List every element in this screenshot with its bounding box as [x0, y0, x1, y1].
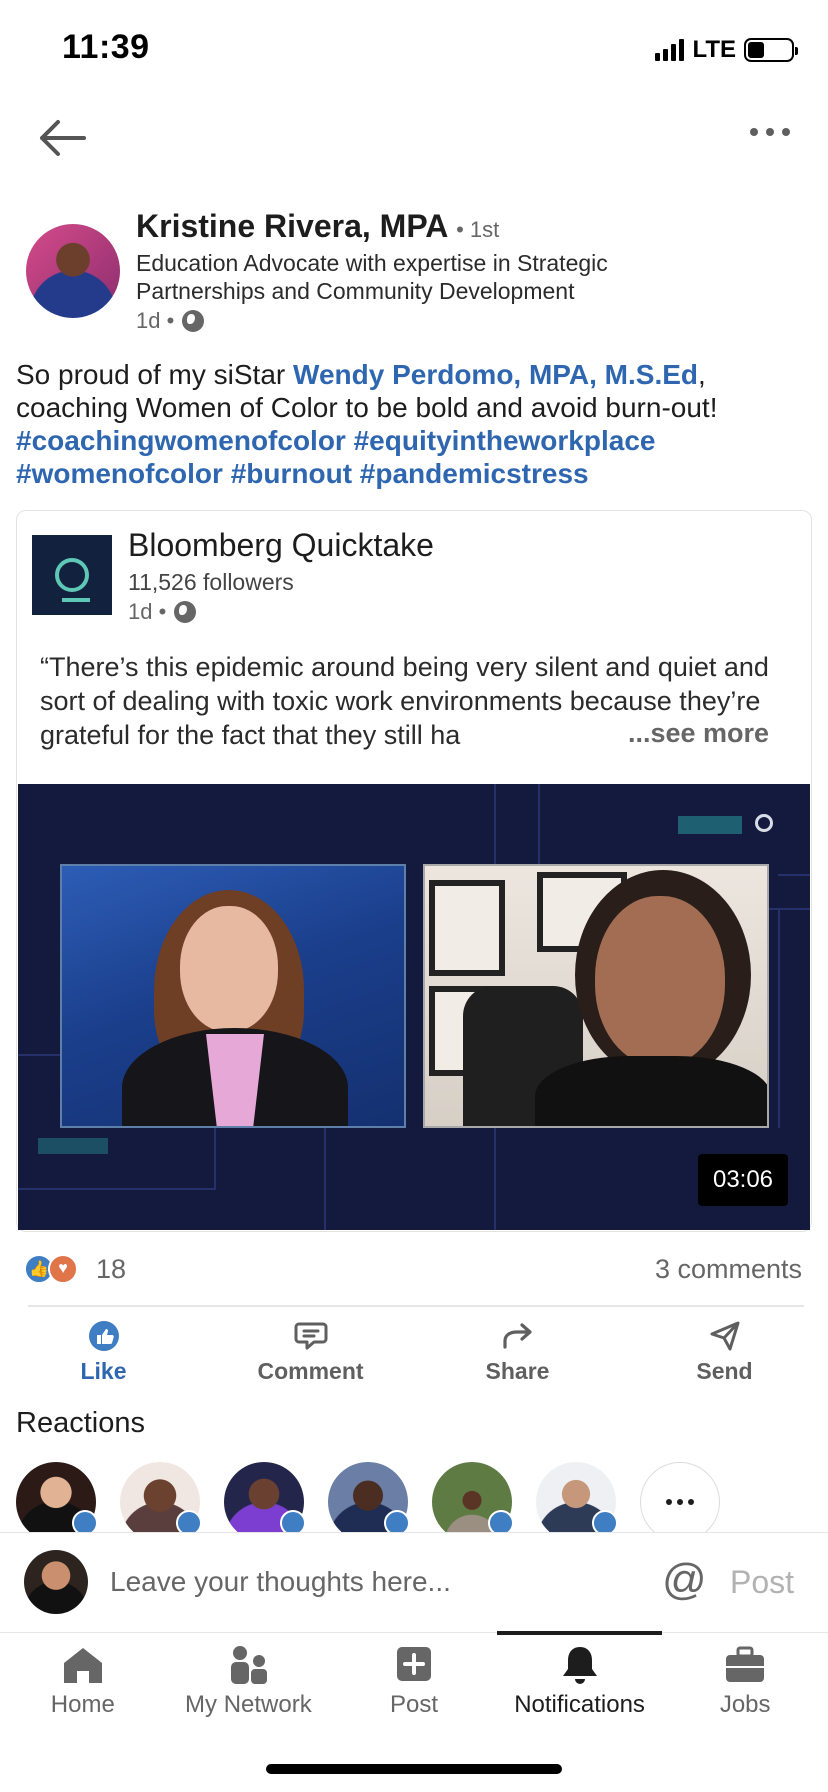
nav-jobs-label: Jobs — [719, 1691, 771, 1718]
briefcase-icon — [726, 1646, 765, 1682]
reactor-avatar[interactable] — [224, 1462, 306, 1532]
like-badge-icon — [384, 1510, 410, 1532]
see-more-link[interactable]: ...see more — [622, 718, 770, 749]
send-button[interactable]: Send — [621, 1318, 828, 1402]
hashtag-link[interactable]: #equityintheworkplace — [354, 425, 656, 456]
signal-icon — [655, 39, 685, 61]
nav-post[interactable]: Post — [331, 1633, 497, 1734]
author-name-line[interactable]: Kristine Rivera, MPA • 1st — [136, 208, 499, 245]
video-logo-icon — [755, 814, 773, 832]
bloomberg-quicktake-logo[interactable] — [32, 535, 112, 615]
hashtag-link[interactable]: #womenofcolor — [16, 458, 223, 489]
post-time: 1d • — [136, 308, 205, 334]
hashtag-link[interactable]: #pandemicstress — [360, 458, 589, 489]
hashtag-link[interactable]: #coachingwomenofcolor — [16, 425, 346, 456]
mention-button[interactable]: @ — [662, 1558, 707, 1602]
video-anchor-pane — [60, 864, 406, 1128]
home-indicator — [266, 1764, 562, 1774]
home-icon — [63, 1648, 102, 1683]
video-duration: 03:06 — [698, 1154, 788, 1206]
post-actions: Like Comment Share Send — [0, 1318, 828, 1402]
send-label: Send — [696, 1358, 753, 1384]
send-icon — [709, 1318, 741, 1354]
reactor-avatar[interactable] — [432, 1462, 514, 1532]
shared-post-time-text: 1d • — [128, 599, 167, 624]
shared-source-followers: 11,526 followers — [128, 569, 294, 595]
comment-count[interactable]: 3 comments — [655, 1254, 802, 1285]
mention-link[interactable]: Wendy Perdomo, MPA, M.S.Ed — [293, 359, 698, 390]
author-name[interactable]: Kristine Rivera, MPA — [136, 208, 447, 244]
post-text-before: So proud of my siStar — [16, 359, 294, 390]
battery-icon — [744, 38, 798, 62]
nav-my-network[interactable]: My Network — [166, 1633, 332, 1734]
current-user-avatar — [24, 1550, 88, 1614]
more-dot-icon — [750, 128, 758, 136]
video-player[interactable]: 03:06 — [18, 784, 810, 1230]
network-type: LTE — [692, 36, 736, 63]
globe-icon — [174, 601, 197, 623]
comment-icon — [294, 1318, 328, 1354]
reactor-avatar[interactable] — [328, 1462, 410, 1532]
status-indicators: LTE — [655, 36, 798, 64]
reactions-title: Reactions — [16, 1407, 145, 1439]
back-button[interactable] — [36, 116, 88, 160]
share-button[interactable]: Share — [414, 1318, 621, 1402]
shared-post-time: 1d • — [128, 599, 197, 625]
like-badge-icon — [592, 1510, 618, 1532]
like-button[interactable]: Like — [0, 1318, 207, 1402]
connection-degree: • 1st — [456, 217, 500, 242]
nav-home-label: Home — [50, 1691, 115, 1718]
post-text: So proud of my siStar Wendy Perdomo, MPA… — [16, 358, 816, 490]
share-icon — [501, 1318, 535, 1354]
more-options-button[interactable] — [750, 128, 790, 136]
share-label: Share — [485, 1358, 550, 1384]
post-time-text: 1d • — [136, 308, 175, 333]
reaction-count[interactable]: 18 — [96, 1254, 126, 1285]
hashtag-link[interactable]: #burnout — [231, 458, 352, 489]
post-comment-button[interactable]: Post — [730, 1564, 794, 1601]
nav-notifications-label: Notifications — [514, 1691, 645, 1718]
network-icon — [231, 1646, 268, 1684]
more-reactors-button[interactable] — [640, 1462, 720, 1532]
author-avatar[interactable] — [26, 224, 120, 318]
divider — [28, 1305, 804, 1307]
bottom-navigation: Home My Network Post Notifications Jobs — [0, 1631, 828, 1734]
reactor-avatar[interactable] — [536, 1462, 618, 1532]
bell-icon — [562, 1647, 597, 1684]
reactor-avatar[interactable] — [16, 1462, 98, 1532]
like-badge-icon — [280, 1510, 306, 1532]
like-badge-icon — [176, 1510, 202, 1532]
nav-home[interactable]: Home — [0, 1633, 166, 1734]
nav-notifications[interactable]: Notifications — [496, 1631, 663, 1734]
video-guest-pane — [423, 864, 769, 1128]
like-badge-icon — [72, 1510, 98, 1532]
comment-input[interactable] — [110, 1562, 630, 1602]
back-arrow-icon — [40, 120, 86, 156]
author-headline: Education Advocate with expertise in Str… — [136, 250, 608, 304]
like-icon — [88, 1318, 120, 1354]
video-lower-third — [38, 1138, 108, 1154]
shared-source-name[interactable]: Bloomberg Quicktake — [128, 527, 434, 564]
globe-icon — [182, 310, 205, 332]
like-label: Like — [80, 1358, 127, 1384]
quicktake-logo-icon — [55, 558, 90, 602]
video-logo-bar — [678, 816, 742, 834]
like-badge-icon — [488, 1510, 514, 1532]
nav-my-network-label: My Network — [185, 1691, 312, 1718]
comment-label: Comment — [257, 1358, 364, 1384]
reactor-avatar[interactable] — [120, 1462, 202, 1532]
love-reaction-icon: ♥ — [48, 1254, 78, 1284]
reaction-icons[interactable]: 👍 ♥ — [24, 1254, 78, 1284]
status-time: 11:39 — [62, 28, 150, 66]
nav-jobs[interactable]: Jobs — [662, 1633, 828, 1734]
comment-button[interactable]: Comment — [207, 1318, 414, 1402]
reactor-list — [16, 1462, 828, 1532]
nav-post-label: Post — [389, 1691, 438, 1718]
post-icon — [396, 1647, 431, 1681]
